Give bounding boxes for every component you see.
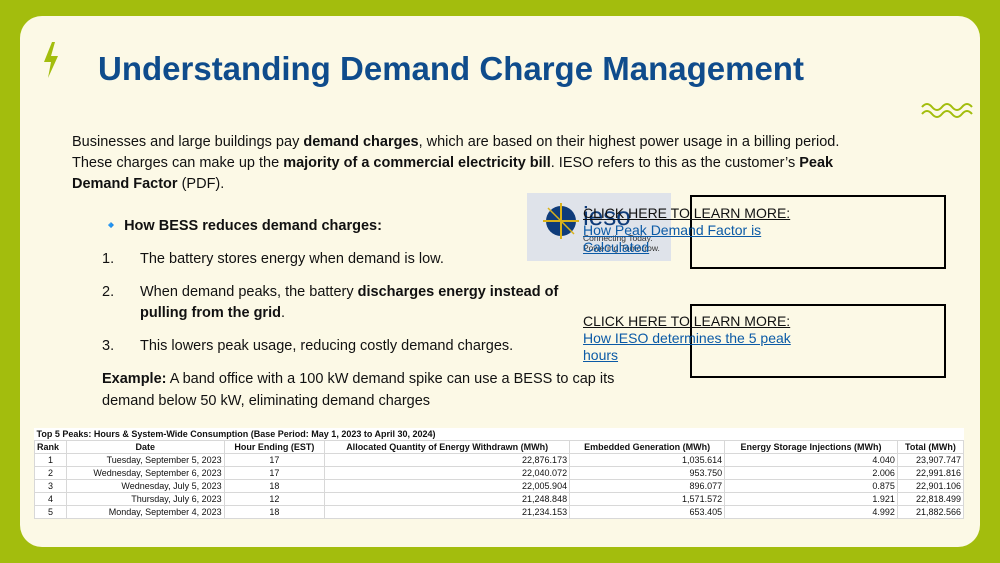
table-cell: 953.750 xyxy=(569,466,726,480)
table-row: 3 Wednesday, July 5, 2023 18 22,005.904 … xyxy=(34,479,965,493)
column-header: Total (MWh) xyxy=(896,440,965,454)
table-row: 4 Thursday, July 6, 2023 12 21,248.848 1… xyxy=(34,492,965,506)
five-peak-hours-link[interactable]: How IESO determines the 5 peak hours xyxy=(583,330,791,363)
table-cell: 2.006 xyxy=(724,466,898,480)
table-cell: 22,818.499 xyxy=(896,492,965,506)
table-cell: 18 xyxy=(223,479,326,493)
table-cell: 21,882.566 xyxy=(896,505,965,519)
peaks-table-wrapper: Top 5 Peaks: Hours & System-Wide Consump… xyxy=(34,428,965,519)
table-cell: Tuesday, September 5, 2023 xyxy=(65,453,225,467)
table-cell: 17 xyxy=(223,453,326,467)
column-header: Rank xyxy=(34,440,67,454)
how-heading: 🔹 How BESS reduces demand charges: xyxy=(102,218,382,234)
column-header: Date xyxy=(65,440,225,454)
table-cell: 21,234.153 xyxy=(324,505,571,519)
table-cell: Monday, September 4, 2023 xyxy=(65,505,225,519)
ieso-globe-icon xyxy=(543,203,579,239)
table-cell: 896.077 xyxy=(569,479,726,493)
table-cell: 21,248.848 xyxy=(324,492,571,506)
column-header: Allocated Quantity of Energy Withdrawn (… xyxy=(324,440,571,454)
learn-more-link-2[interactable]: CLICK HERE TO LEARN MORE: How IESO deter… xyxy=(583,313,819,364)
table-row: 5 Monday, September 4, 2023 18 21,234.15… xyxy=(34,505,965,519)
table-cell: 22,005.904 xyxy=(324,479,571,493)
table-cell: Wednesday, September 6, 2023 xyxy=(65,466,225,480)
column-header: Energy Storage Injections (MWh) xyxy=(724,440,898,454)
table-cell: Wednesday, July 5, 2023 xyxy=(65,479,225,493)
table-header-row: Rank Date Hour Ending (EST) Allocated Qu… xyxy=(34,440,965,454)
list-item: 1. The battery stores energy when demand… xyxy=(102,251,444,267)
table-cell: 22,991.816 xyxy=(896,466,965,480)
list-item: 2. When demand peaks, the battery discha… xyxy=(102,284,559,321)
table-cell: 4.992 xyxy=(724,505,898,519)
table-cell: 4 xyxy=(34,492,67,506)
table-cell: 23,907.747 xyxy=(896,453,965,467)
intro-paragraph: Businesses and large buildings pay deman… xyxy=(72,134,840,192)
table-row: 1 Tuesday, September 5, 2023 17 22,876.1… xyxy=(34,453,965,467)
table-cell: 18 xyxy=(223,505,326,519)
table-cell: 653.405 xyxy=(569,505,726,519)
table-cell: 1,571.572 xyxy=(569,492,726,506)
column-header: Hour Ending (EST) xyxy=(223,440,326,454)
table-cell: 5 xyxy=(34,505,67,519)
table-cell: 22,040.072 xyxy=(324,466,571,480)
table-cell: 1 xyxy=(34,453,67,467)
lightning-icon xyxy=(44,42,58,78)
peak-demand-factor-link[interactable]: How Peak Demand Factor is Calculated xyxy=(583,222,761,255)
list-item: 3. This lowers peak usage, reducing cost… xyxy=(102,338,514,354)
table-cell: 0.875 xyxy=(724,479,898,493)
example-text: Example: A band office with a 100 kW dem… xyxy=(102,371,615,409)
table-cell: 22,876.173 xyxy=(324,453,571,467)
peaks-table: Top 5 Peaks: Hours & System-Wide Consump… xyxy=(34,428,965,519)
learn-more-link-1[interactable]: CLICK HERE TO LEARN MORE: How Peak Deman… xyxy=(583,205,815,256)
column-header: Embedded Generation (MWh) xyxy=(569,440,726,454)
table-cell: 4.040 xyxy=(724,453,898,467)
table-cell: 12 xyxy=(223,492,326,506)
table-cell: Thursday, July 6, 2023 xyxy=(65,492,225,506)
table-cell: 1.921 xyxy=(724,492,898,506)
page-title: Understanding Demand Charge Management xyxy=(98,50,804,87)
table-cell: 3 xyxy=(34,479,67,493)
table-caption: Top 5 Peaks: Hours & System-Wide Consump… xyxy=(36,429,436,439)
wave-squiggle-icon xyxy=(921,103,973,118)
table-cell: 1,035.614 xyxy=(569,453,726,467)
table-cell: 17 xyxy=(223,466,326,480)
table-cell: 2 xyxy=(34,466,67,480)
table-cell: 22,901.106 xyxy=(896,479,965,493)
table-row: 2 Wednesday, September 6, 2023 17 22,040… xyxy=(34,466,965,480)
